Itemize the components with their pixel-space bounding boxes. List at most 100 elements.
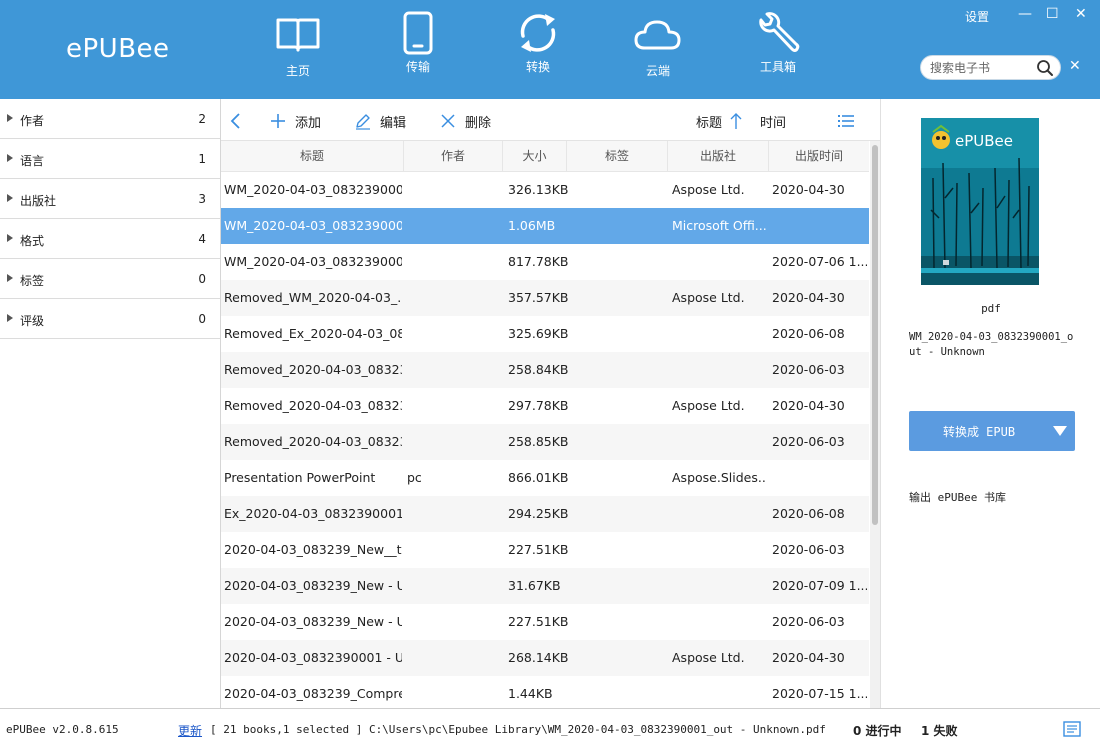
convert-to-epub-button[interactable]: 转换成 EPUB: [909, 411, 1075, 451]
sort-by-title-button[interactable]: 标题: [696, 111, 750, 131]
cell-author: [407, 604, 501, 640]
table-row[interactable]: 2020-04-03_083239_Compre... 1.44KB 2020-07…: [221, 676, 869, 708]
book-file-name: WM_2020-04-03_0832390001_out - Unknown: [909, 331, 1074, 358]
cell-title: WM_2020-04-03_083239000...: [224, 182, 402, 197]
cell-date: 2020-07-06 1...: [772, 254, 867, 269]
cell-author: [407, 208, 501, 244]
cell-size: 31.67KB: [508, 578, 561, 593]
cell-title: Presentation PowerPoint: [224, 470, 376, 485]
table-row[interactable]: Removed_WM_2020-04-03_... 357.57KB Aspose …: [221, 280, 869, 316]
cell-title: Removed_WM_2020-04-03_...: [224, 290, 402, 305]
sort-by-time-button[interactable]: 时间: [760, 111, 786, 131]
close-button[interactable]: ✕: [1075, 6, 1087, 22]
sidebar-item-publisher[interactable]: 出版社 3: [0, 179, 220, 219]
header-bar: ePUBee 主页 传输 转换 云端 工具箱 设置 — ☐ ✕ 搜索电子书 ✕: [0, 0, 1100, 99]
wrench-icon: [759, 12, 800, 52]
cover-brand-text: ePUBee: [955, 132, 1013, 150]
table-row[interactable]: 2020-04-03_083239_New - U... 227.51KB 2020…: [221, 604, 869, 640]
table-row[interactable]: Removed_2020-04-03_08323... 297.78KB Aspos…: [221, 388, 869, 424]
column-header-publisher[interactable]: 出版社: [668, 141, 769, 172]
app-logo: ePUBee: [66, 34, 170, 64]
nav-transfer[interactable]: 传输: [373, 11, 463, 75]
cell-author: [407, 244, 501, 280]
book-cover-image[interactable]: ePUBee: [921, 118, 1039, 285]
cell-publisher: [672, 676, 767, 708]
cell-size: 326.13KB: [508, 182, 568, 197]
cell-author: pc: [407, 470, 422, 485]
cell-date: 2020-06-03: [772, 542, 845, 557]
cell-author: [407, 424, 501, 460]
cell-tags: [570, 280, 666, 316]
table-row[interactable]: WM_2020-04-03_083239000... 326.13KB Aspose…: [221, 172, 869, 208]
dropdown-arrow-icon[interactable]: [1049, 421, 1071, 441]
cell-tags: [570, 172, 666, 208]
table-row[interactable]: 2020-04-03_083239_New - U... 31.67KB 2020-…: [221, 568, 869, 604]
cell-date: 2020-06-03: [772, 614, 845, 629]
sidebar-item-label: 评级: [20, 314, 45, 328]
status-bar: ePUBee v2.0.8.615 更新 [ 21 books,1 select…: [0, 708, 1100, 750]
cell-date: 2020-06-03: [772, 362, 845, 377]
minimize-button[interactable]: —: [1018, 6, 1032, 22]
table-row[interactable]: Removed_2020-04-03_08323... 258.84KB 2020-…: [221, 352, 869, 388]
back-button[interactable]: [229, 111, 249, 131]
sidebar-item-tags[interactable]: 标签 0: [0, 259, 220, 299]
column-header-tags[interactable]: 标签: [567, 141, 668, 172]
library-toolbar: 添加 编辑 删除 标题 时间: [221, 99, 880, 141]
nav-tools[interactable]: 工具箱: [733, 12, 823, 75]
nav-cloud[interactable]: 云端: [613, 14, 703, 79]
add-button[interactable]: 添加: [269, 111, 321, 131]
column-header-size[interactable]: 大小: [503, 141, 567, 172]
edit-button[interactable]: 编辑: [354, 111, 406, 131]
book-detail-panel: ePUBee pdf WM_2020-04-03_0832390001_out …: [880, 99, 1100, 708]
sidebar-item-format[interactable]: 格式 4: [0, 219, 220, 259]
sidebar-item-author[interactable]: 作者 2: [0, 99, 220, 139]
table-row[interactable]: WM_2020-04-03_083239000... 817.78KB 2020-0…: [221, 244, 869, 280]
search-input[interactable]: [930, 59, 1035, 77]
in-progress-count: 0 进行中: [853, 724, 902, 738]
book-table: 标题 作者 大小 标签 出版社 出版时间 WM_2020-04-03_08323…: [221, 141, 880, 708]
sidebar-item-language[interactable]: 语言 1: [0, 139, 220, 179]
table-row[interactable]: Removed_2020-04-03_08323... 258.85KB 2020-…: [221, 424, 869, 460]
list-view-button[interactable]: [837, 111, 863, 131]
cell-date: 2020-04-30: [772, 398, 845, 413]
cell-date: [772, 460, 867, 496]
cell-publisher: Aspose Ltd.: [672, 182, 745, 197]
cell-date: 2020-06-08: [772, 506, 845, 521]
table-row[interactable]: Presentation PowerPoint pc 866.01KB Aspose.…: [221, 460, 869, 496]
maximize-button[interactable]: ☐: [1046, 6, 1059, 22]
cell-size: 866.01KB: [508, 470, 568, 485]
cell-author: [407, 352, 501, 388]
scrollbar-thumb[interactable]: [872, 145, 878, 525]
task-list-icon[interactable]: [1063, 721, 1081, 737]
nav-home[interactable]: 主页: [253, 14, 343, 79]
failed-count[interactable]: 1 失败: [921, 722, 958, 739]
cell-tags: [570, 424, 666, 460]
cell-publisher: [672, 244, 767, 280]
cell-size: 227.51KB: [508, 542, 568, 557]
cell-tags: [570, 568, 666, 604]
table-row[interactable]: 2020-04-03_083239_New__t... 227.51KB 2020-…: [221, 532, 869, 568]
delete-button[interactable]: 删除: [439, 111, 491, 131]
nav-convert[interactable]: 转换: [493, 14, 583, 75]
settings-link[interactable]: 设置: [965, 8, 989, 25]
book-format-label: pdf: [981, 302, 1001, 315]
cell-tags: [570, 388, 666, 424]
vertical-scrollbar[interactable]: [870, 141, 880, 708]
column-header-author[interactable]: 作者: [404, 141, 503, 172]
cell-publisher: [672, 568, 767, 604]
cell-publisher: [672, 532, 767, 568]
search-clear-icon[interactable]: ✕: [1069, 58, 1081, 74]
table-row[interactable]: Ex_2020-04-03_0832390001 ... 294.25KB 2020…: [221, 496, 869, 532]
sort-title-label: 标题: [696, 115, 723, 131]
column-header-date[interactable]: 出版时间: [769, 141, 869, 172]
table-row[interactable]: Removed_Ex_2020-04-03_08... 325.69KB 2020-…: [221, 316, 869, 352]
table-row[interactable]: WM_2020-04-03_083239000... 1.06MB Microsof…: [221, 208, 869, 244]
update-link[interactable]: 更新: [178, 722, 202, 739]
column-header-title[interactable]: 标题: [221, 141, 404, 172]
table-row[interactable]: 2020-04-03_0832390001 - U... 268.14KB Aspo…: [221, 640, 869, 676]
cell-size: 1.44KB: [508, 686, 553, 701]
cell-date: 2020-06-03: [772, 434, 845, 449]
search-icon[interactable]: [1036, 59, 1054, 77]
cell-size: 258.84KB: [508, 362, 568, 377]
sidebar-item-rating[interactable]: 评级 0: [0, 299, 220, 339]
